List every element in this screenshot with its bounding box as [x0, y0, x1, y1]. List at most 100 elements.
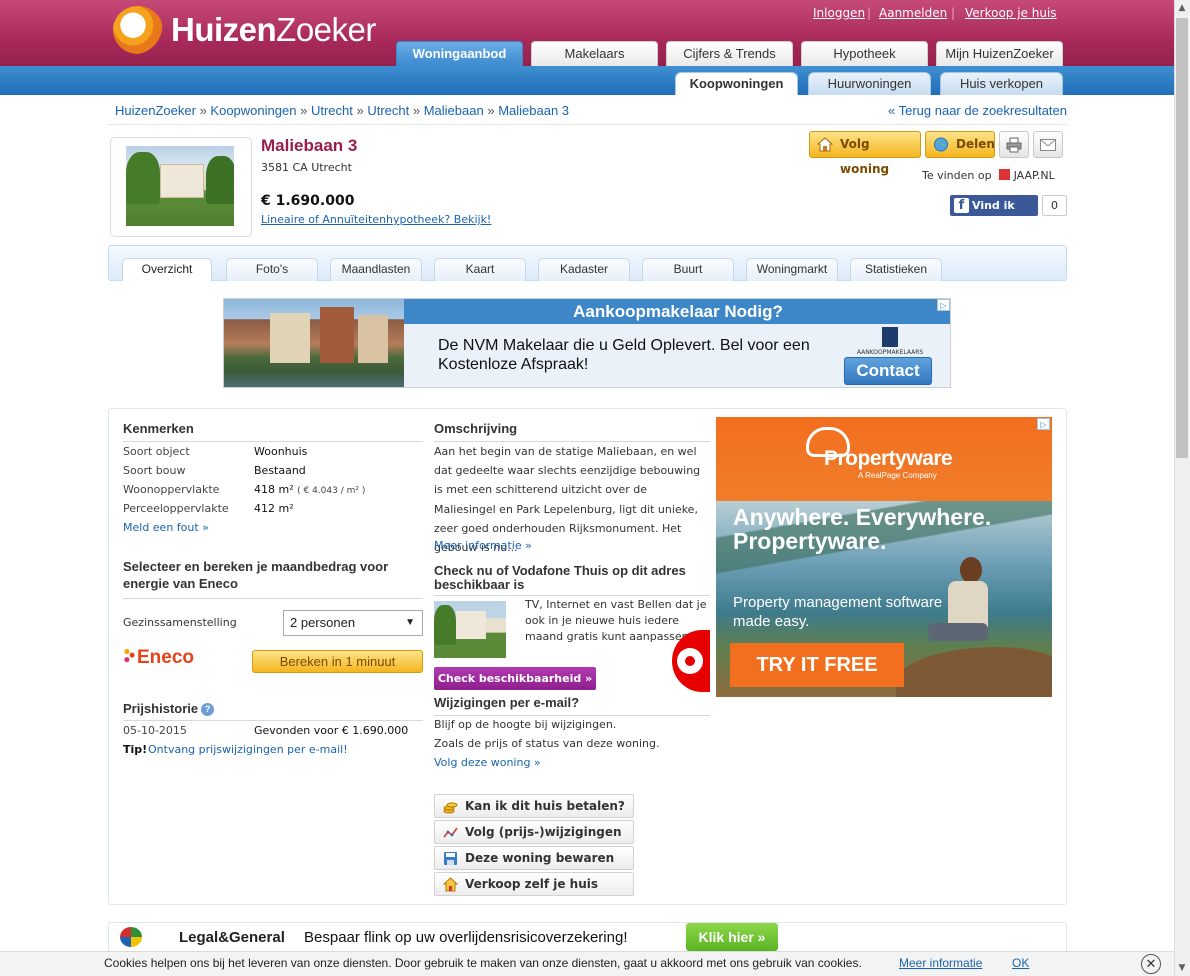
- tab-kaart[interactable]: Kaart: [434, 258, 526, 281]
- tab-cijfers-trends[interactable]: Cijfers & Trends: [666, 41, 793, 66]
- kenmerk-label: Perceeloppervlakte: [123, 502, 229, 515]
- price-alert-link[interactable]: Ontvang prijswijzigingen per e-mail!: [148, 743, 348, 756]
- cookie-more-info-link[interactable]: Meer informatie: [899, 956, 982, 970]
- tab-statistieken[interactable]: Statistieken: [850, 258, 942, 281]
- breadcrumb-item[interactable]: Utrecht: [367, 103, 409, 118]
- try-it-free-button[interactable]: TRY IT FREE: [730, 643, 904, 687]
- site-logo[interactable]: HuizenZoeker: [113, 6, 388, 56]
- vodafone-logo-icon: [672, 630, 710, 692]
- email-text: Zoals de prijs of status van deze woning…: [434, 737, 660, 750]
- share-button[interactable]: Delen: [925, 131, 995, 158]
- magnifier-house-icon: [113, 6, 163, 54]
- kenmerk-value: 412 m²: [254, 502, 294, 515]
- eneco-logo: Eneco: [123, 647, 194, 669]
- breadcrumb-item[interactable]: Maliebaan: [424, 103, 484, 118]
- envelope-icon: [1040, 139, 1056, 151]
- tab-mijn-huizenzoeker[interactable]: Mijn HuizenZoeker: [936, 41, 1063, 66]
- facebook-icon: f: [954, 198, 969, 213]
- tab-woningmarkt[interactable]: Woningmarkt: [746, 258, 838, 281]
- ad-heading: Aankoopmakelaar Nodig?: [404, 299, 950, 324]
- adchoices-icon[interactable]: ▷: [937, 299, 950, 311]
- ad-text: Bespaar flink op uw overlijdensrisicover…: [304, 929, 628, 946]
- sell-yourself-button[interactable]: Verkoop zelf je huis: [434, 872, 634, 896]
- scroll-down-arrow-icon[interactable]: ▼: [1174, 960, 1190, 976]
- property-title: Maliebaan 3: [261, 136, 358, 155]
- afford-button[interactable]: Kan ik dit huis betalen?: [434, 794, 634, 818]
- subtab-koopwoningen[interactable]: Koopwoningen: [675, 72, 798, 95]
- email-button[interactable]: [1033, 131, 1063, 158]
- email-text: Blijf op de hoogte bij wijzigingen.: [434, 718, 617, 731]
- click-here-button[interactable]: Klik hier »: [686, 923, 778, 951]
- track-changes-button[interactable]: Volg (prijs-)wijzigingen: [434, 820, 634, 844]
- follow-home-link[interactable]: Volg deze woning »: [434, 756, 541, 769]
- adchoices-icon[interactable]: ▷: [1037, 418, 1050, 430]
- tab-buurt[interactable]: Buurt: [642, 258, 734, 281]
- tab-kadaster[interactable]: Kadaster: [538, 258, 630, 281]
- facebook-like-count: 0: [1042, 195, 1067, 216]
- coins-icon: [443, 802, 458, 814]
- energy-heading: Selecteer en bereken je maandbedrag voor…: [123, 559, 389, 591]
- household-label: Gezinssamenstelling: [123, 616, 237, 629]
- eneco-dots-icon: [123, 647, 136, 665]
- vodafone-heading: Check nu of Vodafone Thuis op dit adres …: [434, 563, 686, 592]
- household-select[interactable]: 2 personen ▼: [283, 610, 423, 636]
- tip-label: Tip!: [123, 743, 148, 756]
- found-on-text: Te vinden op JAAP.NL: [922, 169, 1055, 182]
- calculate-button[interactable]: Bereken in 1 minuut: [252, 650, 423, 673]
- tab-hypotheek[interactable]: Hypotheek: [801, 41, 928, 66]
- print-button[interactable]: [999, 131, 1029, 158]
- more-info-link[interactable]: Meer informatie »: [434, 539, 532, 552]
- cookie-bar: Cookies helpen ons bij het leveren van o…: [0, 951, 1174, 976]
- kenmerk-value: 418 m² ( € 4.043 / m² ): [254, 483, 366, 496]
- divider: [108, 124, 1067, 125]
- ad-text: De NVM Makelaar die u Geld Oplevert. Bel…: [438, 337, 810, 373]
- history-event: Gevonden voor € 1.690.000: [254, 724, 409, 737]
- breadcrumb-item[interactable]: HuizenZoeker: [115, 103, 196, 118]
- house-icon: [817, 137, 833, 152]
- breadcrumb-item[interactable]: Utrecht: [311, 103, 353, 118]
- jaap-link[interactable]: JAAP.NL: [1014, 169, 1055, 182]
- ad-person-image: [928, 557, 988, 657]
- propertyware-logo: Propertyware A RealPage Company: [806, 427, 966, 480]
- tab-overzicht[interactable]: Overzicht: [122, 258, 212, 281]
- breadcrumb-item[interactable]: Koopwoningen: [210, 103, 296, 118]
- kenmerk-label: Soort object: [123, 445, 190, 458]
- email-heading: Wijzigingen per e-mail?: [434, 695, 580, 710]
- cookie-ok-link[interactable]: OK: [1012, 956, 1029, 970]
- close-icon[interactable]: ✕: [1141, 954, 1161, 974]
- check-availability-button[interactable]: Check beschikbaarheid »: [434, 667, 596, 690]
- breadcrumb-item[interactable]: Maliebaan 3: [498, 103, 569, 118]
- property-photo[interactable]: [126, 146, 234, 226]
- tab-maandlasten[interactable]: Maandlasten: [330, 258, 422, 281]
- subtab-huurwoningen[interactable]: Huurwoningen: [808, 72, 931, 95]
- save-home-button[interactable]: Deze woning bewaren: [434, 846, 634, 870]
- propertyware-ad[interactable]: Propertyware A RealPage Company Anywhere…: [716, 417, 1052, 697]
- ad-brand-logo: AANKOOPMAKELAARS: [844, 327, 936, 356]
- trend-chart-icon: [443, 827, 458, 838]
- subtab-huis-verkopen[interactable]: Huis verkopen: [940, 72, 1063, 95]
- facebook-like-button[interactable]: f Vind ik leuk: [950, 195, 1038, 233]
- scroll-up-arrow-icon[interactable]: ▲: [1174, 0, 1190, 16]
- ad-headline: Anywhere. Everywhere. Propertyware.: [733, 504, 992, 554]
- kenmerk-value: Bestaand: [254, 464, 306, 477]
- mortgage-link[interactable]: Lineaire of Annuïteitenhypotheek? Bekijk…: [261, 213, 491, 226]
- ad-contact-button[interactable]: Contact: [844, 357, 932, 385]
- sell-house-link[interactable]: Verkoop je huis: [965, 6, 1057, 20]
- tab-fotos[interactable]: Foto's: [226, 258, 318, 281]
- back-to-results-link[interactable]: « Terug naar de zoekresultaten: [888, 103, 1067, 118]
- login-link[interactable]: Inloggen: [813, 6, 865, 20]
- kenmerk-label: Woonoppervlakte: [123, 483, 220, 496]
- logo-wordmark: HuizenZoeker: [171, 11, 376, 48]
- tab-makelaars[interactable]: Makelaars: [531, 41, 658, 66]
- cookie-text: Cookies helpen ons bij het leveren van o…: [104, 956, 862, 970]
- scrollbar-thumb[interactable]: [1176, 18, 1188, 458]
- kenmerken-heading: Kenmerken: [123, 421, 194, 436]
- follow-home-button[interactable]: Volg woning: [809, 131, 921, 176]
- property-price: € 1.690.000: [261, 193, 355, 209]
- help-icon[interactable]: ?: [201, 703, 215, 716]
- house-icon: [443, 877, 458, 892]
- tab-woningaanbod[interactable]: Woningaanbod: [396, 41, 523, 66]
- register-link[interactable]: Aanmelden: [879, 6, 947, 20]
- report-error-link[interactable]: Meld een fout »: [123, 521, 209, 534]
- legal-general-umbrella-icon: [120, 927, 142, 947]
